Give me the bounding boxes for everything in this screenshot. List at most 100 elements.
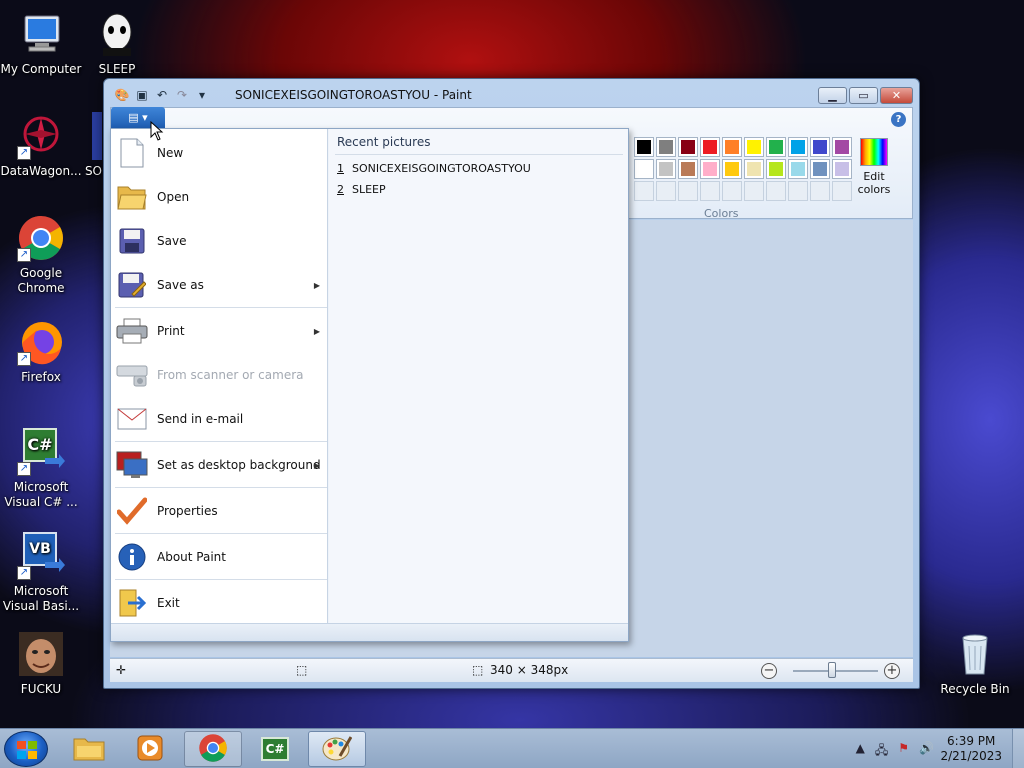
color-swatch[interactable] [678,137,698,157]
info-icon [115,540,149,574]
action-center-flag-icon[interactable]: ⚑ [898,741,909,762]
color-swatch[interactable] [700,137,720,157]
customize-toolbar-icon[interactable]: ▾ [194,87,210,103]
maximize-button[interactable]: ▭ [849,87,878,104]
exit-icon [115,586,149,620]
fucku-image-icon [17,630,65,678]
recent-item-1[interactable]: 1 SONICEXEISGOINGTOROASTYOU [337,162,531,175]
color-swatch[interactable] [744,137,764,157]
desktop-icon-label: Microsoft Visual Basi... [2,584,80,613]
system-tray: ▲ 🖧 ⚑ 🔊 [856,741,934,762]
undo-icon[interactable]: ↶ [154,87,170,103]
color-swatch[interactable] [766,137,786,157]
close-button[interactable]: ✕ [880,87,913,104]
custom-color-slot[interactable] [788,181,808,201]
save-icon [115,224,149,258]
menu-item-print[interactable]: Print ▶ [115,309,328,353]
color-swatch[interactable] [810,137,830,157]
menu-item-save[interactable]: Save [115,219,328,263]
clock[interactable]: 6:39 PM 2/21/2023 [940,734,1002,764]
clock-date: 2/21/2023 [940,749,1002,763]
color-swatch[interactable] [810,159,830,179]
custom-color-slot[interactable] [700,181,720,201]
visual-basic-icon: VB ↗ [17,532,65,580]
custom-color-slot[interactable] [634,181,654,201]
recent-item-2[interactable]: 2 SLEEP [337,183,386,196]
desktop-icon-firefox[interactable]: ↗ Firefox [0,318,82,385]
recent-separator [335,154,623,155]
menu-separator [115,533,327,534]
window-controls: ▁ ▭ ✕ [816,87,913,104]
clock-time: 6:39 PM [947,734,996,748]
shortcut-arrow-icon: ↗ [17,462,31,476]
menu-item-label: Properties [157,504,218,518]
edit-colors-label-2: colors [857,183,891,196]
color-swatch[interactable] [634,159,654,179]
taskbar-media-player[interactable] [121,731,179,767]
color-swatch[interactable] [656,159,676,179]
color-swatch[interactable] [766,159,786,179]
zoom-slider-thumb[interactable] [828,662,836,678]
paint-app-icon[interactable]: 🎨 [114,87,130,103]
custom-color-slot[interactable] [744,181,764,201]
taskbar-visual-csharp[interactable]: C# [246,731,304,767]
quick-save-icon[interactable]: ▣ [134,87,150,103]
computer-icon [17,10,65,58]
desktop-icon-visual-basic[interactable]: VB ↗ Microsoft Visual Basi... [0,532,82,614]
show-hidden-icons-icon[interactable]: ▲ [856,741,865,762]
show-desktop-button[interactable] [1012,729,1024,768]
minimize-button[interactable]: ▁ [818,87,847,104]
taskbar-paint[interactable] [308,731,366,767]
menu-item-set-desktop-background[interactable]: Set as desktop background ▶ [115,443,328,487]
edit-colors-button[interactable]: Edit colors [854,138,894,196]
color-swatch[interactable] [832,159,852,179]
custom-color-slot[interactable] [678,181,698,201]
menu-item-label: Print [157,324,185,338]
desktop-icon-google-chrome[interactable]: ↗ Google Chrome [0,214,82,296]
taskbar-file-explorer[interactable] [60,731,118,767]
help-icon[interactable]: ? [891,112,906,127]
menu-item-save-as[interactable]: Save as ▶ [115,263,328,307]
menu-item-send-email[interactable]: Send in e-mail [115,397,328,441]
custom-color-slot[interactable] [832,181,852,201]
zoom-out-button[interactable]: − [761,663,777,679]
menu-item-label: Send in e-mail [157,412,244,426]
menu-item-new[interactable]: New [115,131,328,175]
desktop-icon-recycle-bin[interactable]: Recycle Bin [934,630,1016,697]
color-swatch[interactable] [832,137,852,157]
menu-item-properties[interactable]: Properties [115,489,328,533]
redo-icon[interactable]: ↷ [174,87,190,103]
desktop-icon-label: SO [84,164,102,178]
custom-color-slot[interactable] [722,181,742,201]
properties-checkmark-icon [115,494,149,528]
menu-item-about-paint[interactable]: About Paint [115,535,328,579]
custom-color-slot[interactable] [810,181,830,201]
menu-item-exit[interactable]: Exit [115,581,328,625]
zoom-in-button[interactable]: + [884,663,900,679]
color-swatch[interactable] [678,159,698,179]
menu-item-label: Open [157,190,190,204]
color-swatch[interactable] [788,159,808,179]
desktop-icon-sonic[interactable]: SO [62,112,102,179]
colors-group-label: Colors [704,207,739,220]
custom-color-slot[interactable] [656,181,676,201]
color-swatch[interactable] [744,159,764,179]
taskbar-chrome[interactable] [184,731,242,767]
volume-icon[interactable]: 🔊 [919,741,934,762]
color-swatch[interactable] [656,137,676,157]
color-swatch[interactable] [788,137,808,157]
printer-icon [115,314,149,348]
desktop-icon-fucku[interactable]: FUCKU [0,630,82,697]
menu-item-open[interactable]: Open [115,175,328,219]
custom-color-slot[interactable] [766,181,786,201]
network-icon[interactable]: 🖧 [875,741,888,762]
desktop-icon-sleep[interactable]: SLEEP [76,10,158,77]
color-swatch[interactable] [722,159,742,179]
desktop-icon-visual-csharp[interactable]: C# ↗ Microsoft Visual C# ... [0,428,82,510]
start-button[interactable] [4,731,48,767]
desktop-icon-my-computer[interactable]: My Computer [0,10,82,77]
recent-pictures-title: Recent pictures [337,135,431,149]
color-swatch[interactable] [700,159,720,179]
color-swatch[interactable] [722,137,742,157]
color-swatch[interactable] [634,137,654,157]
